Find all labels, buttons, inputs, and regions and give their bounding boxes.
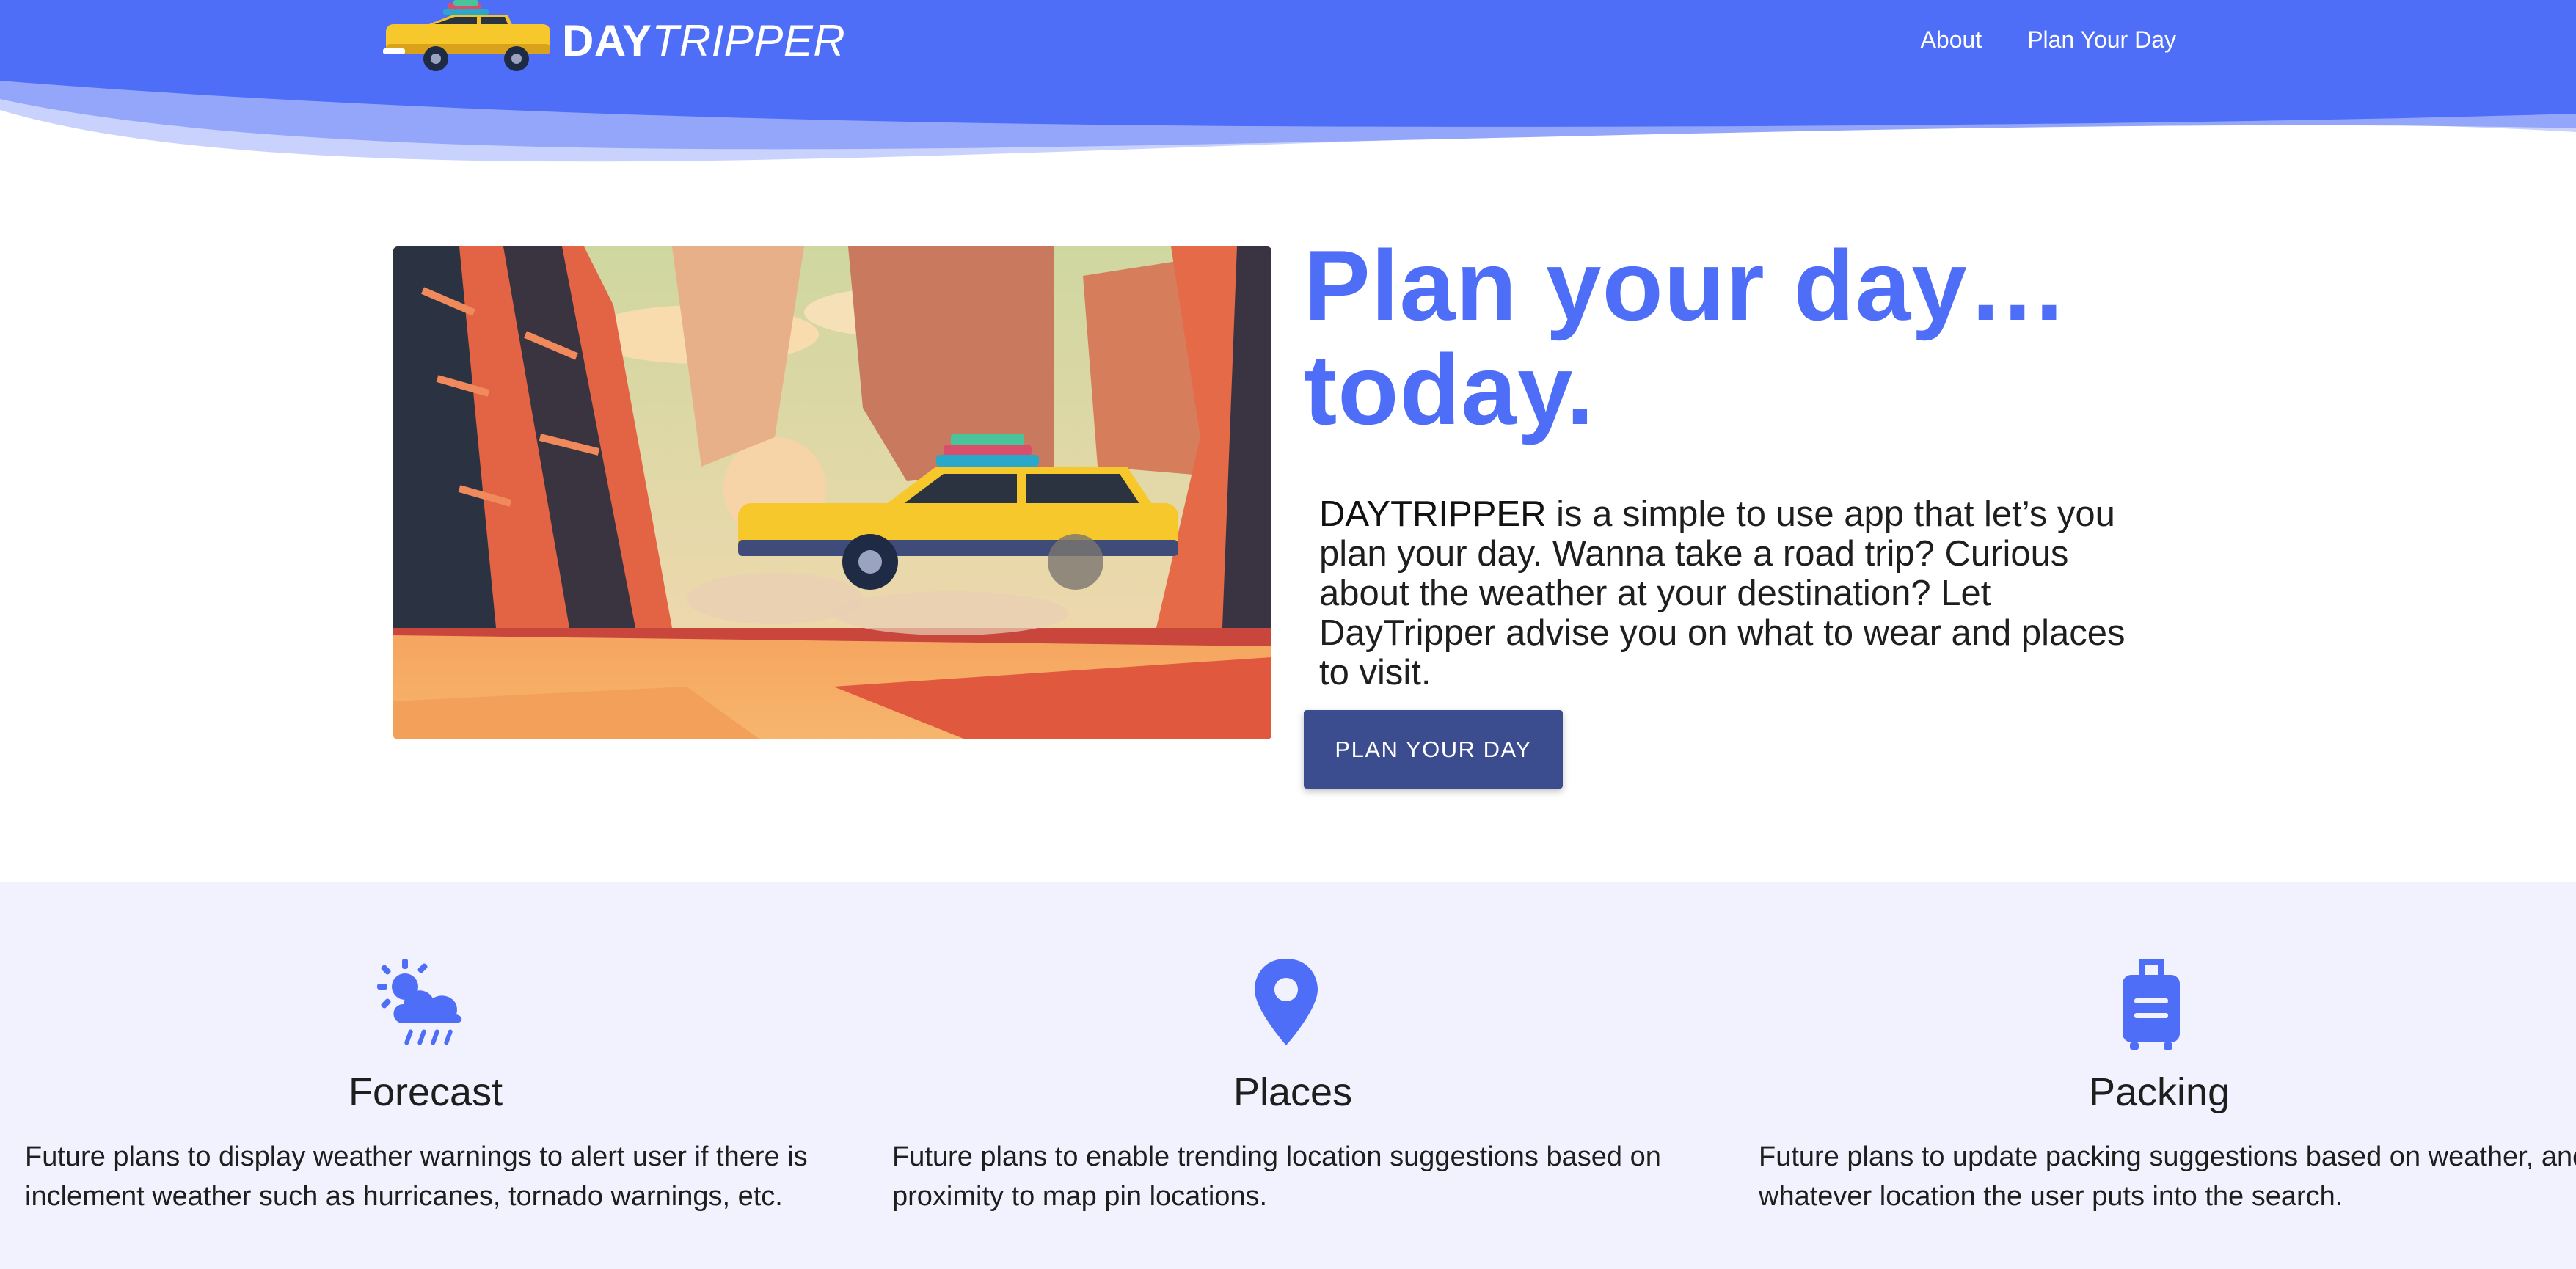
features-section: Forecast Future plans to display weather… [0, 882, 2576, 1269]
desert-canyon-road-trip-illustration [393, 246, 1271, 739]
feature-text-places: Future plans to enable trending location… [892, 1141, 1661, 1212]
car-with-luggage-icon [383, 0, 550, 71]
plan-your-day-button[interactable]: PLAN YOUR DAY [1304, 710, 1563, 789]
feature-text-packing: Future plans to update packing suggestio… [1759, 1141, 2576, 1212]
brand-name-light: TRIPPER [652, 16, 846, 65]
map-pin-icon [1255, 959, 1318, 1045]
brand-name: DAYTRIPPER [562, 19, 845, 63]
feature-title-packing: Packing [2089, 1070, 2230, 1114]
brand-name-bold: DAY [562, 16, 652, 65]
feature-packing: Packing Future plans to update packing s… [1759, 882, 2576, 1269]
feature-text-forecast: Future plans to display weather warnings… [25, 1141, 808, 1212]
cloud-sun-rain-icon [377, 959, 462, 1045]
feature-places: Places Future plans to enable trending l… [892, 882, 1729, 1269]
feature-forecast: Forecast Future plans to display weather… [25, 882, 861, 1269]
hero-image [393, 246, 1271, 739]
nav-link-plan-your-day[interactable]: Plan Your Day [2027, 23, 2176, 56]
hero-description: DAYTRIPPER is a simple to use app that l… [1319, 494, 2163, 692]
hero-description-brand: DAYTRIPPER [1319, 494, 1547, 534]
suitcase-icon [2123, 959, 2180, 1050]
site-header: DAYTRIPPER About Plan Your Day [0, 0, 2576, 176]
nav-link-about[interactable]: About [1921, 23, 1982, 56]
brand-logo-link[interactable]: DAYTRIPPER [383, 0, 845, 82]
main-nav: About Plan Your Day [1921, 23, 2176, 56]
hero-title: Plan your day… today. [1304, 230, 2068, 445]
